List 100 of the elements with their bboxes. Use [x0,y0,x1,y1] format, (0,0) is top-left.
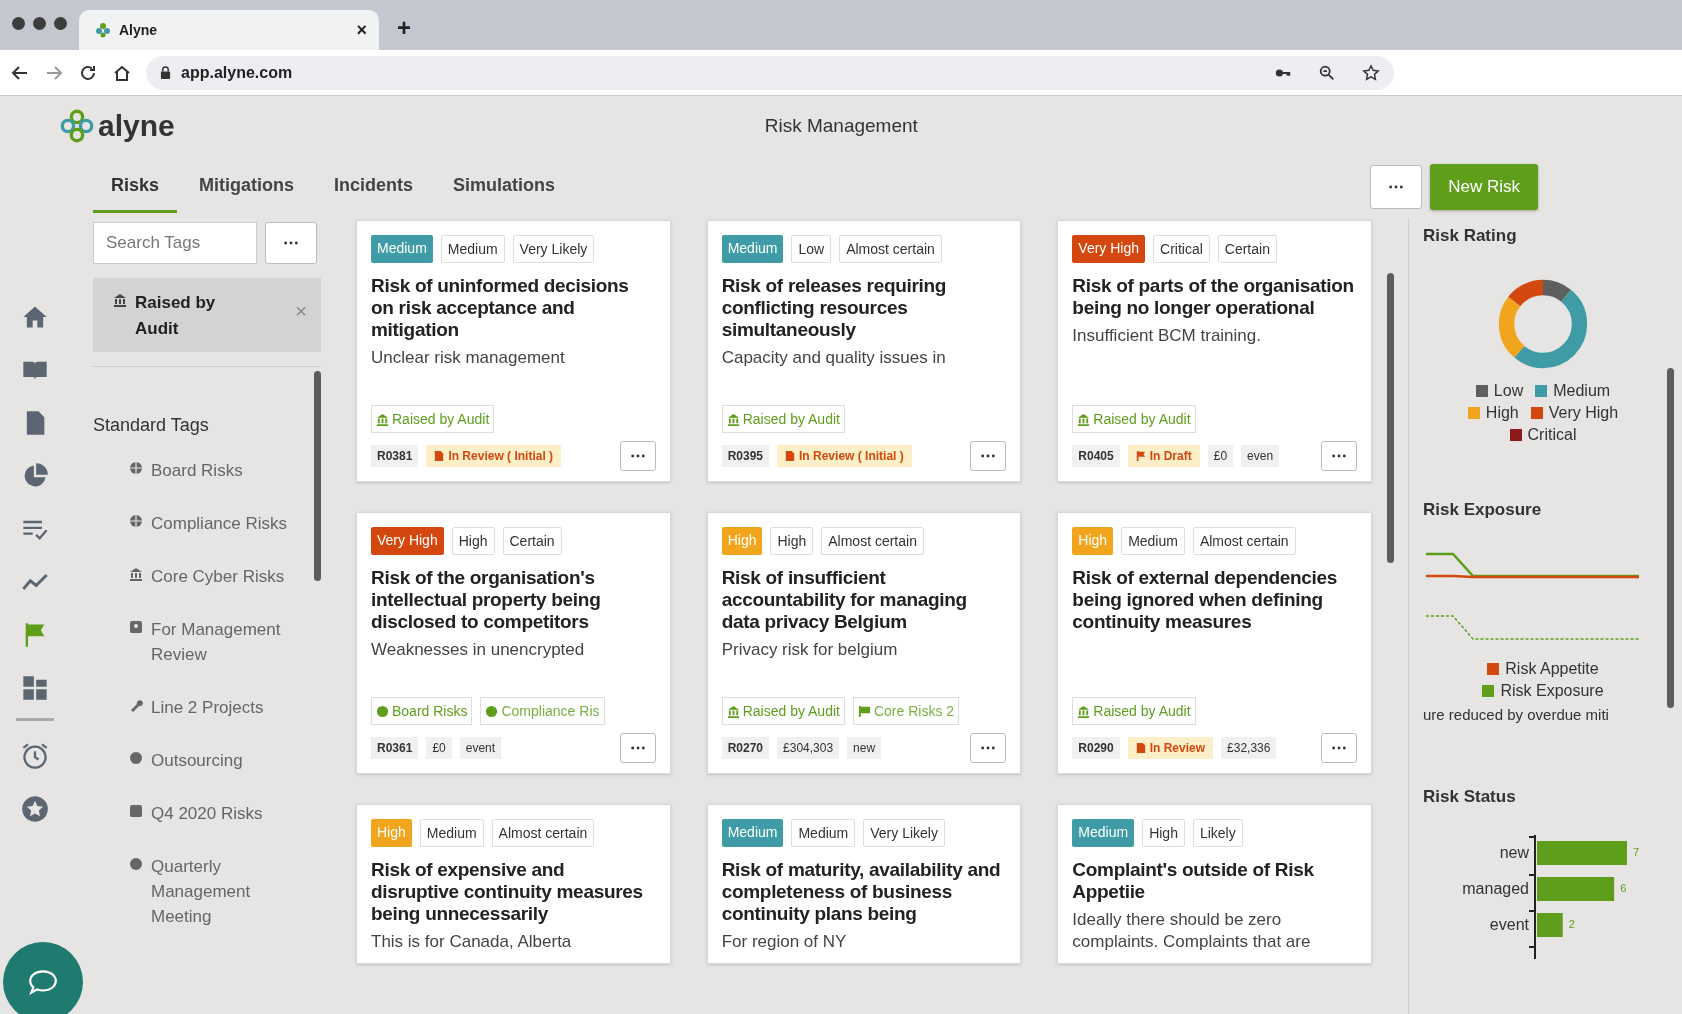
risk-card[interactable]: Medium Medium Very Likely Risk of maturity, availability and completeness of business continuity plans being For region of NY [706,804,1022,964]
tag-filter-item[interactable]: Q4 2020 Risks [151,801,263,826]
meta-label: new [847,737,882,759]
status-badge: In Review [1127,737,1214,759]
risk-id: R0381 [371,445,419,467]
more-icon [1331,746,1347,750]
grid-icon[interactable] [21,673,49,702]
globe-icon [129,514,143,528]
legend-label: High [1485,404,1519,422]
address-bar[interactable]: app.alyne.com [146,55,1394,90]
window-control-icon[interactable] [33,17,46,30]
meta-label: £304,303 [777,737,840,759]
wrench-icon [129,698,143,712]
likelihood-label: Almost certain [491,819,595,847]
risk-description: Weaknesses in unencrypted [371,639,586,661]
risk-title: Complaint's outside of Risk Appetiie [1072,859,1315,903]
legend-label: Very High [1548,404,1619,422]
risk-title: Risk of maturity, availability and completeness of business continuity plans being [721,859,1002,925]
data-label: 6 [1620,882,1627,894]
document-icon [434,450,445,462]
tag-filter-item[interactable]: For Management Review [151,617,314,667]
tag-filter-item[interactable]: Board Risks [151,458,243,483]
likelihood-label: Certain [502,527,562,555]
logo-text[interactable]: alyne [98,109,175,143]
likelihood-label: Certain [1217,235,1277,263]
bank-icon [726,704,740,718]
rating-badge: Medium [721,819,784,847]
new-tab-button[interactable]: + [379,14,429,50]
likelihood-label: Almost certain [839,235,942,263]
legend-label: Critical [1527,426,1577,444]
axis-label: managed [1462,880,1529,897]
meta-label: event [459,737,502,759]
globe-icon [376,704,389,718]
star-icon[interactable] [1362,63,1380,82]
likelihood-label: Almost certain [821,527,924,555]
rating-badge: High [371,819,412,847]
rating-badge: Medium [371,235,433,263]
scrollbar[interactable] [1667,368,1674,708]
browser-tab[interactable]: Alyne × [79,10,379,50]
tab[interactable]: Mitigations [181,161,313,213]
scrollbar[interactable] [1386,273,1394,563]
tab[interactable]: Risks [93,161,178,213]
impact-label: Medium [419,819,484,847]
risk-card[interactable]: High Medium Almost certain Risk of expensive and disruptive continuity measures being unnecessarily This is for Canada, Alberta [356,804,671,964]
risk-title: Risk of external dependencies being ignored when defining continuity measures [1072,567,1339,633]
likelihood-label: Very Likely [863,819,945,847]
risk-title: Risk of parts of the organisation being no longer operational [1072,275,1355,319]
likelihood-label: Very Likely [512,235,595,263]
risk-id: R0395 [721,445,770,467]
window-control-icon[interactable] [12,17,25,30]
risk-card[interactable]: Medium High Likely Complaint's outside of Risk Appetiie Ideally there should be zero complaints. Complaints that are [1057,804,1372,964]
tag-filter-item[interactable]: Outsourcing [151,748,243,773]
tag-filter-item[interactable]: Quarterly Management Meeting [151,854,314,929]
clover-icon [95,22,111,38]
risk-title: Risk of insufficient accountability for managing data privacy Belgium [721,567,968,633]
legend-label: Risk Appetite [1505,660,1599,678]
tag-filter-item[interactable]: Compliance Risks [151,511,288,536]
tab[interactable]: Simulations [435,161,574,213]
square-icon [129,804,143,818]
clover-logo-icon [60,109,94,143]
tab[interactable]: Incidents [316,161,432,213]
legend-label: Low [1493,382,1524,400]
filter-label: Raised by Audit [135,292,217,340]
window-control-icon[interactable] [54,17,67,30]
tag-filter-item[interactable]: Line 2 Projects [151,695,264,720]
alarm-clock-icon[interactable] [21,741,49,770]
likelihood-label: Likely [1192,819,1243,847]
risk-description: Unclear risk management [371,347,566,369]
risk-id: R0405 [1072,445,1120,467]
rating-badge: High [721,527,763,555]
chart-title: Risk Rating [1423,226,1518,246]
star-icon[interactable] [21,794,49,823]
more-icon [283,241,299,245]
zoom-icon[interactable] [1318,63,1336,82]
meta-label: £0 [426,737,452,759]
section-heading: Standard Tags [93,415,210,436]
search-field[interactable]: Search Tags [93,222,257,264]
data-label: 7 [1633,846,1640,858]
axis-label: new [1499,844,1529,861]
scrollbar[interactable] [314,371,321,581]
bank-icon [1077,704,1091,718]
active-filter-chip[interactable]: Raised by Audit × [93,278,321,352]
flag-icon [1135,450,1146,462]
document-icon [1135,742,1146,754]
more-icon [1388,185,1405,189]
impact-label: Low [791,235,832,263]
lock-icon [160,66,171,79]
rating-badge: Very High [1072,235,1146,263]
impact-label: High [451,527,495,555]
globe-icon [485,704,499,718]
bank-icon [113,293,127,307]
close-tab-button[interactable]: × [356,19,367,41]
risk-title: Risk of uninformed decisions on risk acceptance and mitigation [371,275,630,341]
tag-filter-item[interactable]: Core Cyber Risks [151,564,285,589]
more-icon [980,454,997,458]
risk-title: Risk of releases requiring conflicting resources simultaneously [721,275,948,341]
status-badge: In Review ( Initial ) [777,445,912,467]
risk-description: For region of NY [721,931,848,953]
dot-icon [129,751,143,765]
status-badge: In Review ( Initial ) [426,445,562,467]
